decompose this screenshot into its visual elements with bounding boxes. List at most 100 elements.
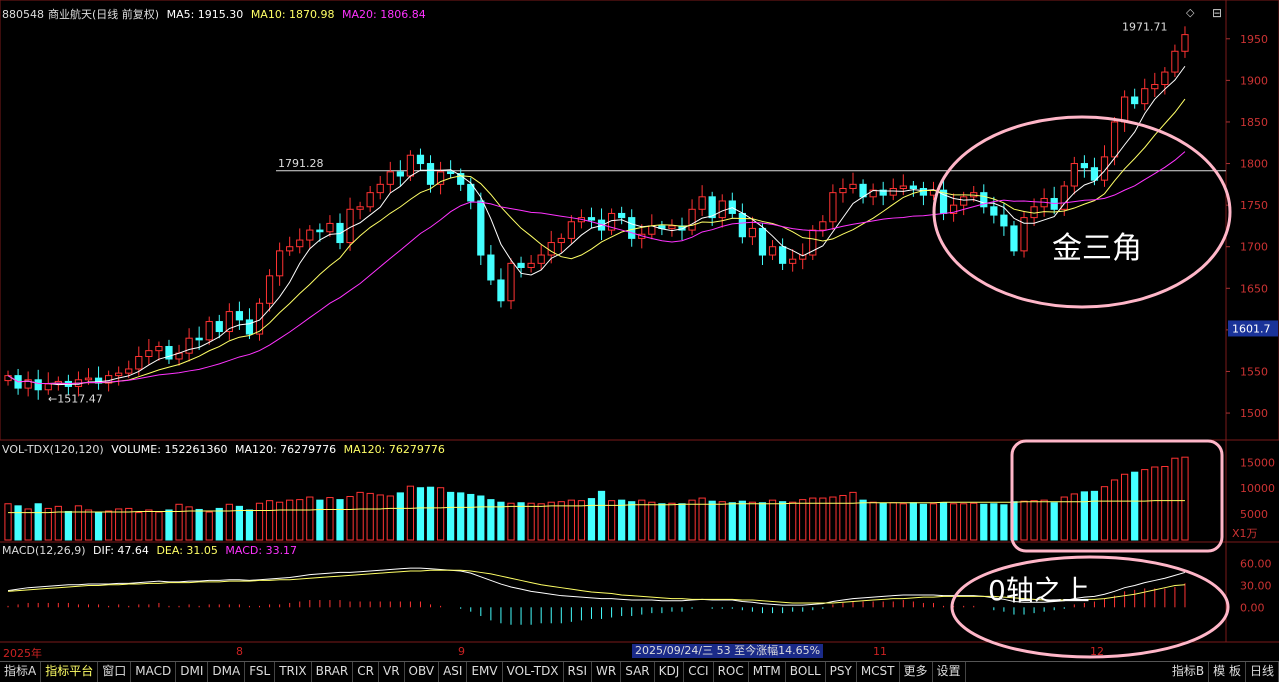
tab-15[interactable]: RSI xyxy=(564,662,593,682)
volume-bar xyxy=(1141,469,1149,541)
tab-22[interactable]: BOLL xyxy=(786,662,826,682)
candle-body xyxy=(416,154,425,165)
candle-body xyxy=(426,163,435,185)
volume-bar xyxy=(34,503,42,541)
volume-bar xyxy=(155,511,163,541)
volume-bar xyxy=(1040,499,1048,541)
x-label-aug: 8 xyxy=(236,645,243,658)
candle-body xyxy=(447,171,455,175)
candle-body xyxy=(738,212,746,238)
stock-chart[interactable]: 1500155016001650170017501800185019001950… xyxy=(0,0,1279,661)
tab-16[interactable]: WR xyxy=(592,662,622,682)
price-tick-label: 1650 xyxy=(1240,282,1268,295)
volume-bar xyxy=(577,500,586,541)
volume-bar xyxy=(990,503,998,541)
volume-bar xyxy=(1020,500,1028,541)
stock-code: 880548 xyxy=(2,8,44,21)
volume-bar xyxy=(74,505,83,541)
volume-bar xyxy=(145,509,153,541)
volume-bar xyxy=(316,499,324,541)
volume-bar xyxy=(84,509,93,541)
volume-bar xyxy=(125,507,133,541)
volume-bar xyxy=(960,503,968,541)
candle-body xyxy=(1131,96,1139,105)
tab-26[interactable]: 设置 xyxy=(933,662,966,682)
tab-10[interactable]: VR xyxy=(379,662,405,682)
tab-19[interactable]: CCI xyxy=(684,662,714,682)
candle-body xyxy=(286,246,294,252)
volume-bar xyxy=(547,501,555,541)
volume-bar xyxy=(879,502,887,541)
volume-bar xyxy=(748,501,757,541)
candle-body xyxy=(960,196,968,206)
volume-bar xyxy=(336,499,344,541)
tab-18[interactable]: KDJ xyxy=(655,662,685,682)
macd-header: MACD(12,26,9) DIF: 47.64 DEA: 31.05 MACD… xyxy=(2,544,301,557)
tab-3[interactable]: MACD xyxy=(131,662,177,682)
right-tab-0[interactable]: 指标B xyxy=(1168,662,1210,682)
tab-6[interactable]: FSL xyxy=(245,662,276,682)
ma20-line xyxy=(7,151,1186,385)
candle-body xyxy=(205,321,213,341)
candle-body xyxy=(477,200,485,256)
volume-bar xyxy=(255,502,264,541)
volume-bar xyxy=(24,508,32,541)
volume-header: VOL-TDX(120,120) VOLUME: 152261360 MA120… xyxy=(2,443,449,456)
candle-body xyxy=(909,185,917,189)
candle-body xyxy=(778,246,787,264)
volume-bar xyxy=(1100,486,1109,541)
volume-bar xyxy=(14,505,22,541)
tab-25[interactable]: 更多 xyxy=(900,662,933,682)
right-tab-1[interactable]: 模 板 xyxy=(1209,662,1246,682)
vol-ma120-line xyxy=(8,500,1185,514)
tab-11[interactable]: OBV xyxy=(405,662,440,682)
volume-bar xyxy=(859,499,867,541)
tab-7[interactable]: TRIX xyxy=(275,662,312,682)
volume-bar xyxy=(939,502,948,541)
candle-body xyxy=(497,279,505,302)
volume-bar xyxy=(135,512,143,541)
volume-bar xyxy=(406,485,415,541)
tab-21[interactable]: MTM xyxy=(749,662,786,682)
candle-body xyxy=(316,229,324,233)
candle-body xyxy=(748,227,757,238)
tab-14[interactable]: VOL-TDX xyxy=(503,662,564,682)
tab-8[interactable]: BRAR xyxy=(312,662,354,682)
tab-23[interactable]: PSY xyxy=(826,662,857,682)
tab-9[interactable]: CR xyxy=(353,662,379,682)
volume-bar xyxy=(517,502,525,541)
volume-bar xyxy=(899,503,907,541)
candle-body xyxy=(235,311,244,321)
tab-24[interactable]: MCST xyxy=(857,662,900,682)
tab-1[interactable]: 指标平台 xyxy=(41,662,99,682)
candle-body xyxy=(265,275,274,304)
tab-12[interactable]: ASI xyxy=(439,662,468,682)
candle-body xyxy=(849,183,857,189)
volume-bar xyxy=(1070,493,1078,541)
ma5-value: MA5: 1915.30 xyxy=(166,8,244,21)
candle-body xyxy=(688,208,696,231)
candle-body xyxy=(919,187,928,196)
tab-4[interactable]: DMI xyxy=(176,662,209,682)
vol-tick-label: 5000 xyxy=(1240,508,1268,521)
candle-body xyxy=(1080,163,1088,169)
tab-13[interactable]: EMV xyxy=(467,662,503,682)
tab-0[interactable]: 指标A xyxy=(0,662,42,682)
candle-body xyxy=(185,337,193,354)
tab-2[interactable]: 窗口 xyxy=(98,662,132,682)
right-tab-2[interactable]: 日线 xyxy=(1246,662,1279,682)
price-panel-frame xyxy=(0,0,1279,441)
macd-tick-label: 30.00 xyxy=(1240,580,1272,593)
volume-bar xyxy=(909,502,917,541)
volume-bar xyxy=(618,499,626,541)
volume-bar xyxy=(1131,471,1139,541)
tab-17[interactable]: SAR xyxy=(621,662,655,682)
volume-bar xyxy=(4,503,12,541)
tab-5[interactable]: DMA xyxy=(208,662,246,682)
tab-20[interactable]: ROC xyxy=(714,662,749,682)
volume-bar xyxy=(1171,457,1179,541)
price-tick-label: 1550 xyxy=(1240,365,1268,378)
volume-bar xyxy=(105,510,113,541)
candle-body xyxy=(487,254,495,281)
volume-bar xyxy=(235,505,244,541)
